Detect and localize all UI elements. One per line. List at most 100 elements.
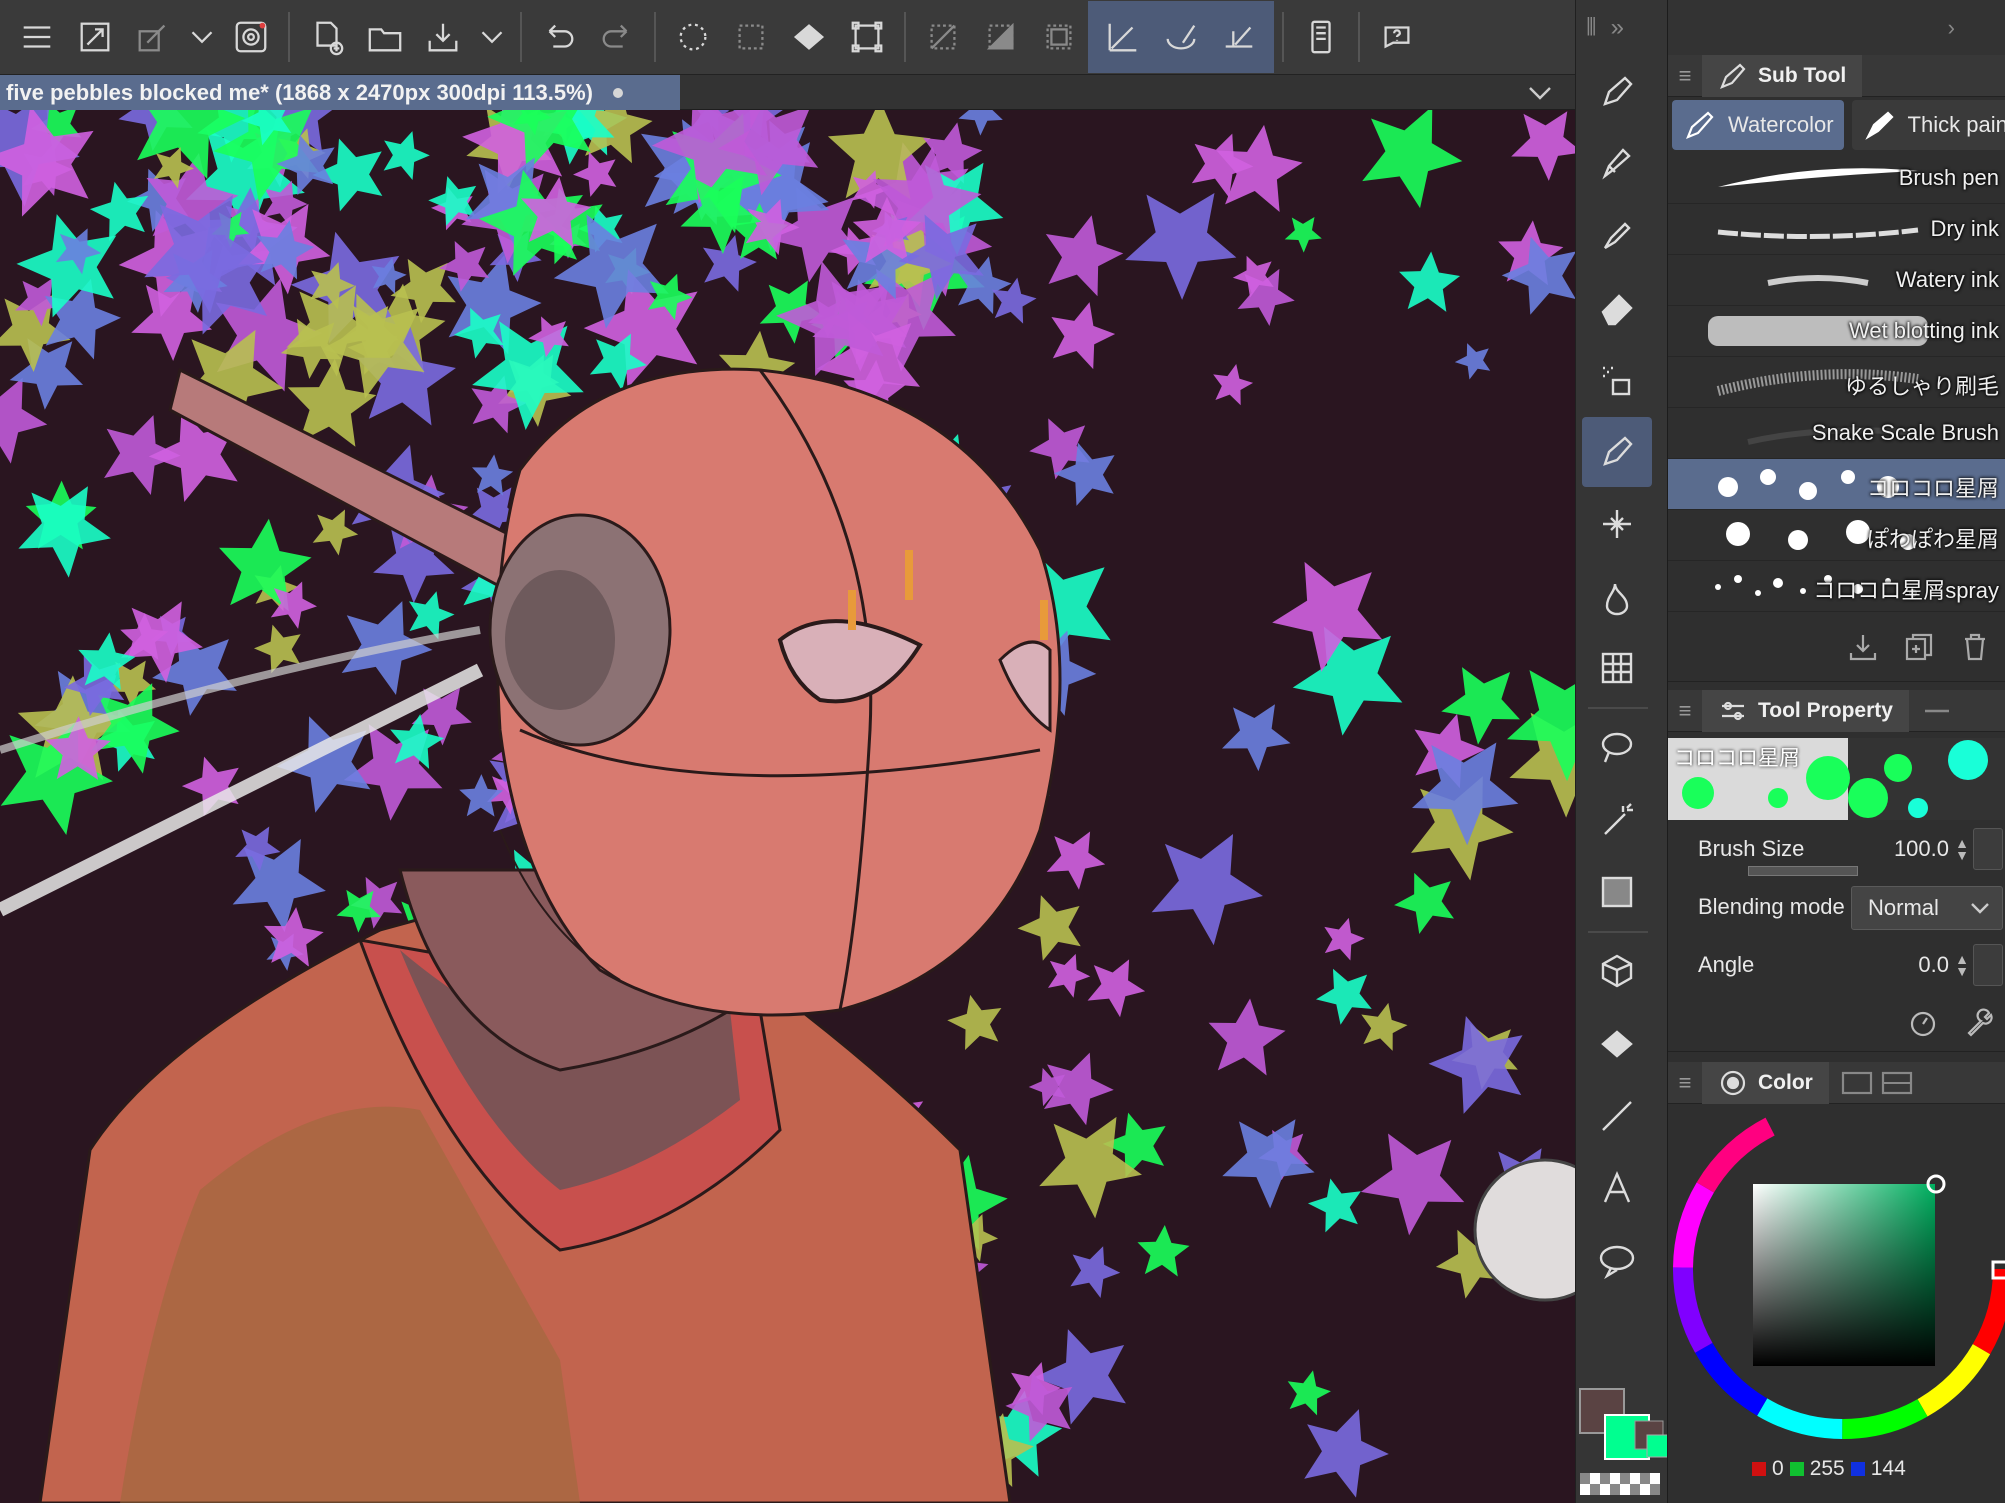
airbrush-tool[interactable] (1582, 345, 1652, 415)
blue-value: 144 (1870, 1457, 1906, 1480)
drag-handle-icon[interactable]: ⦀ (1586, 14, 1597, 42)
chevron-down-icon[interactable] (182, 6, 222, 68)
subtool-tab[interactable]: Sub Tool (1702, 54, 1863, 97)
blending-mode-row: Blending mode Normal (1668, 878, 2005, 936)
blend-tool[interactable] (1582, 561, 1652, 631)
chevron-down-icon[interactable] (472, 6, 512, 68)
spinner-icon[interactable]: ▲ ▼ (1955, 952, 1969, 978)
save-icon[interactable] (414, 6, 472, 68)
brush-size-slider[interactable] (1748, 866, 1858, 876)
angle-label: Angle (1698, 952, 1755, 977)
brush-size-value[interactable]: 100.0 (1894, 836, 1949, 862)
tab-thick-paint[interactable]: Thick pain (1851, 100, 2005, 150)
tablet-icon[interactable] (1292, 6, 1350, 68)
watercolor-brush-icon (1686, 111, 1714, 139)
panel-menu-icon[interactable]: ≡ (1668, 1070, 1702, 1096)
close-tab-icon[interactable] (612, 87, 623, 98)
line-tool[interactable] (1582, 1081, 1652, 1151)
wrench-icon[interactable] (1963, 1007, 1995, 1039)
selection-dots-icon[interactable] (664, 6, 722, 68)
resize-icon[interactable] (66, 6, 124, 68)
marker-tool[interactable] (1582, 201, 1652, 271)
spinner-icon[interactable]: ▲ ▼ (1955, 836, 1969, 862)
brush-snap-icon[interactable] (1152, 6, 1210, 68)
blending-mode-select[interactable]: Normal (1851, 886, 2003, 930)
link-toggle-icon[interactable] (1919, 696, 1959, 726)
pressure-toggle-icon[interactable] (1973, 828, 2003, 870)
brush-item[interactable]: Watery ink (1668, 255, 2005, 306)
fill-icon[interactable] (780, 6, 838, 68)
open-folder-icon[interactable] (356, 6, 414, 68)
magic-wand-tool[interactable] (1582, 785, 1652, 855)
sparkle-tool[interactable] (1582, 489, 1652, 559)
spiral-icon[interactable] (222, 6, 280, 68)
color-tab[interactable]: Color (1702, 1061, 1829, 1104)
document-tab[interactable]: five pebbles blocked me* (1868 x 2470px … (0, 75, 680, 110)
tool-divider (1588, 931, 1648, 933)
tab-label: Watercolor (1728, 112, 1834, 137)
brush-item[interactable]: Snake Scale Brush (1668, 408, 2005, 459)
app-window: five pebbles blocked me* (1868 x 2470px … (0, 0, 2005, 1503)
brush-item[interactable]: コロコロ星屑spray (1668, 561, 2005, 612)
dial-icon[interactable] (1907, 1007, 1939, 1039)
fill-tool[interactable] (1582, 1009, 1652, 1079)
transform-icon[interactable] (838, 6, 896, 68)
expand-icon[interactable]: › (1948, 15, 1955, 41)
pen-tool[interactable] (1582, 57, 1652, 127)
tab-watercolor[interactable]: Watercolor (1672, 100, 1844, 150)
brush-item-selected[interactable]: コロコロ星屑 (1668, 459, 2005, 510)
import-icon[interactable] (1847, 631, 1879, 663)
tool-property-header: ≡ Tool Property (1668, 689, 2005, 732)
decoration-tool[interactable] (1582, 417, 1652, 487)
brush-item[interactable]: Wet blotting ink (1668, 306, 2005, 357)
chevron-down-icon[interactable] (1525, 79, 1555, 107)
menu-icon[interactable] (8, 6, 66, 68)
color-wheel[interactable] (1668, 1099, 2005, 1444)
tool-palette: ⦀ » (1575, 0, 1667, 1503)
eraser-tool[interactable] (1582, 273, 1652, 343)
link-icon[interactable] (124, 6, 182, 68)
pen-ruler-icon[interactable] (1210, 6, 1268, 68)
select-all-icon[interactable] (722, 6, 780, 68)
toolbar-divider (1282, 12, 1284, 62)
ruler-group (1088, 1, 1274, 73)
gradient-tool[interactable] (1582, 857, 1652, 927)
panel-menu-icon[interactable]: ≡ (1668, 698, 1702, 724)
help-icon[interactable] (1368, 6, 1426, 68)
brush-item[interactable]: Brush pen (1668, 153, 2005, 204)
color-swatches[interactable] (1575, 1383, 1667, 1503)
brush-item[interactable]: Dry ink (1668, 204, 2005, 255)
text-tool[interactable] (1582, 1153, 1652, 1223)
invert-icon[interactable] (972, 6, 1030, 68)
lasso-tool[interactable] (1582, 713, 1652, 783)
trash-icon[interactable] (1959, 631, 1991, 663)
film-icon[interactable] (1837, 1068, 1877, 1098)
ruler-icon[interactable] (1094, 6, 1152, 68)
balloon-tool[interactable] (1582, 1225, 1652, 1295)
brush-name: Wet blotting ink (1848, 318, 1999, 343)
red-channel-icon (1752, 1462, 1766, 1476)
brush-name: Brush pen (1898, 165, 1999, 190)
angle-toggle-icon[interactable] (1973, 944, 2003, 986)
brush-item[interactable]: ゆるしゃり刷毛 (1668, 357, 2005, 408)
panel-menu-icon[interactable]: ≡ (1668, 63, 1702, 89)
brush-name: コロコロ星屑 (1866, 476, 1999, 501)
selection-border-icon[interactable] (1030, 6, 1088, 68)
tool-property-title: Tool Property (1758, 698, 1893, 722)
3d-object-tool[interactable] (1582, 937, 1652, 1007)
preview-label: コロコロ星屑 (1674, 747, 1800, 770)
undo-icon[interactable] (530, 6, 588, 68)
brush-item[interactable]: ぽわぽわ星屑 (1668, 510, 2005, 561)
redo-icon[interactable] (588, 6, 646, 68)
collapse-icon[interactable]: » (1611, 14, 1624, 42)
deselect-icon[interactable] (914, 6, 972, 68)
tool-property-tab[interactable]: Tool Property (1702, 689, 1909, 732)
angle-value[interactable]: 0.0 (1918, 952, 1949, 978)
new-document-icon[interactable] (298, 6, 356, 68)
drawing-canvas[interactable] (0, 110, 1575, 1503)
rgb-readout: 0 255 144 (1752, 1454, 1906, 1484)
pencil-tool[interactable] (1582, 129, 1652, 199)
grid-tool[interactable] (1582, 633, 1652, 703)
palette-icon[interactable] (1877, 1068, 1917, 1098)
duplicate-icon[interactable] (1903, 631, 1935, 663)
